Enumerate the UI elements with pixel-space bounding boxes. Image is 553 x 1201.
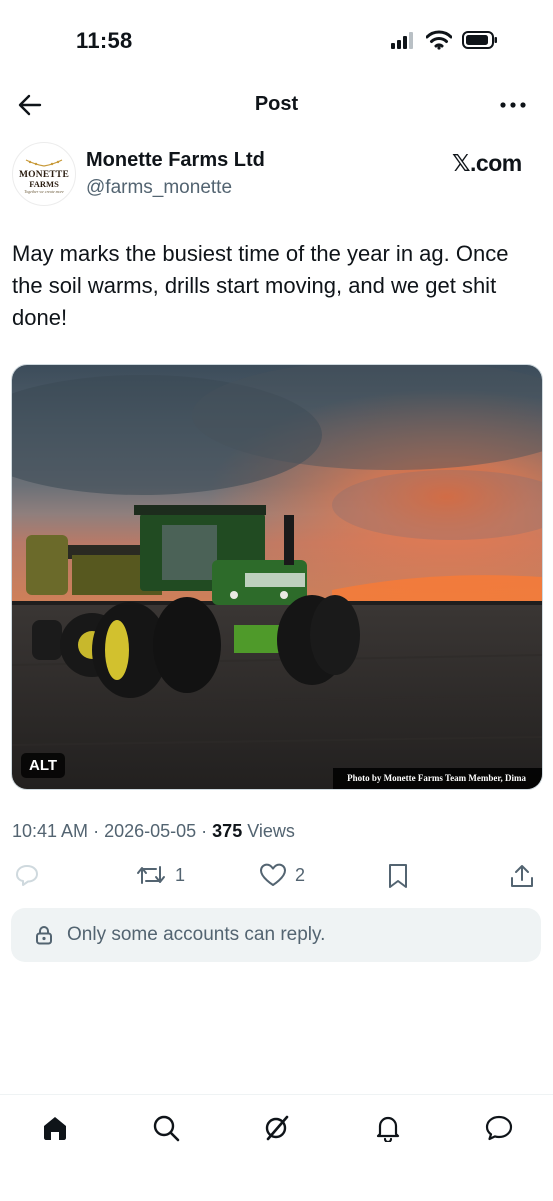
wifi-icon [426, 30, 452, 50]
share-button[interactable] [509, 863, 535, 889]
author-name[interactable]: Monette Farms Ltd [86, 149, 265, 172]
lock-icon [36, 926, 52, 945]
avatar[interactable]: MONETTE FARMS Together we create more [12, 142, 76, 206]
reply-restriction-text: Only some accounts can reply. [67, 924, 326, 945]
cellular-signal-icon [391, 32, 413, 49]
page-title: Post [254, 93, 299, 115]
reply-icon [16, 865, 38, 886]
repost-button[interactable]: 1 [135, 863, 185, 887]
wheat-logo-icon [25, 158, 63, 167]
notifications-icon [376, 1116, 400, 1142]
tab-search[interactable] [149, 1111, 183, 1145]
like-icon [260, 863, 286, 886]
nav-bar: Post [0, 80, 553, 130]
tab-home[interactable] [38, 1111, 72, 1145]
like-button[interactable]: 2 [259, 863, 305, 887]
logo-line-2: FARMS [29, 179, 59, 189]
status-icons [390, 30, 498, 50]
bookmark-icon [389, 864, 407, 888]
status-time: 11:58 [76, 28, 133, 53]
battery-icon [462, 31, 497, 49]
post-text: May marks the busiest time of the year i… [12, 241, 509, 330]
like-count: 2 [295, 864, 306, 885]
reply-restriction-banner: Only some accounts can reply. [11, 908, 541, 962]
tab-notifications[interactable] [371, 1111, 405, 1145]
reply-button[interactable] [14, 863, 40, 887]
post-actions: 1 2 [0, 860, 553, 900]
photo-credit: Photo by Monette Farms Team Member, Dima [333, 768, 542, 789]
share-icon [511, 865, 533, 887]
post-meta: 10:41 AM · 2026-05-05 · 375 Views [12, 821, 295, 842]
more-icon [500, 102, 526, 108]
views-count[interactable]: 375 [212, 821, 242, 841]
repost-icon [137, 866, 165, 884]
monette-farms-logo: MONETTE FARMS Together we create more [19, 155, 69, 194]
messages-icon [485, 1115, 513, 1141]
post-author: MONETTE FARMS Together we create more Mo… [0, 140, 553, 210]
post-date: 2026-05-05 [104, 821, 197, 841]
logo-tagline: Together we create more [24, 188, 64, 194]
tab-messages[interactable] [482, 1111, 516, 1145]
grok-icon [265, 1115, 289, 1141]
alt-text-badge[interactable]: ALT [21, 753, 66, 778]
more-button[interactable] [496, 90, 530, 120]
bookmark-button[interactable] [386, 863, 410, 889]
tab-grok[interactable] [260, 1111, 294, 1145]
views-label: Views [247, 821, 295, 841]
meta-separator: · [201, 821, 213, 841]
tractor-sunset-photo [12, 365, 542, 789]
repost-count: 1 [175, 864, 186, 885]
x-com-watermark: 𝕏.com [452, 150, 522, 176]
status-bar: 11:58 [0, 0, 553, 80]
post-image[interactable]: ALT Photo by Monette Farms Team Member, … [11, 364, 543, 790]
bottom-tab-bar [0, 1094, 553, 1201]
home-icon [44, 1117, 66, 1140]
meta-separator: · [93, 821, 105, 841]
post-time: 10:41 AM [12, 821, 89, 841]
search-icon [153, 1115, 180, 1142]
author-handle[interactable]: @farms_monette [86, 177, 232, 199]
